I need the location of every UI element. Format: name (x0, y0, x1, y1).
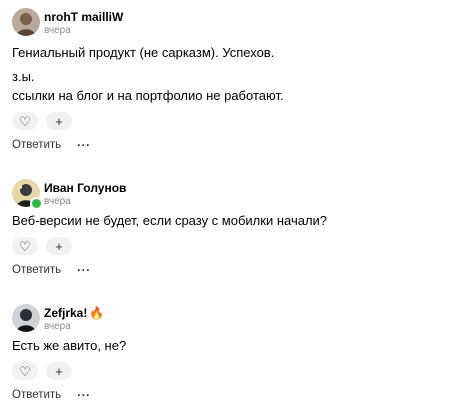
comment-date: вчера (44, 321, 71, 332)
comment-text: Веб-версии не будет, если сразу с мобилк… (12, 213, 328, 228)
avatar-portrait-icon (12, 8, 40, 36)
comment-date: вчера (44, 196, 71, 207)
reactions-bar: ♡ + (12, 112, 72, 130)
more-options-button[interactable]: ··· (77, 388, 91, 402)
more-options-button[interactable]: ··· (77, 138, 91, 152)
like-button[interactable]: ♡ (12, 237, 38, 255)
plus-icon: + (55, 238, 63, 254)
online-status-indicator (30, 197, 43, 210)
comment-actions: Ответить ··· (12, 263, 91, 277)
add-reaction-button[interactable]: + (46, 237, 72, 255)
reply-button[interactable]: Ответить (12, 264, 61, 276)
comment-text: ссылки на блог и на портфолио не работаю… (12, 88, 284, 103)
author-name-text: Zefjrka! (44, 306, 88, 320)
reactions-bar: ♡ + (12, 362, 72, 380)
comment-actions: Ответить ··· (12, 138, 91, 152)
comment-date: вчера (44, 25, 71, 36)
add-reaction-button[interactable]: + (46, 362, 72, 380)
like-button[interactable]: ♡ (12, 112, 38, 130)
heart-icon: ♡ (19, 363, 31, 379)
more-options-button[interactable]: ··· (77, 263, 91, 277)
comment-text: Гениальный продукт (не сарказм). Успехов… (12, 45, 275, 60)
avatar-portrait-icon (12, 304, 40, 332)
avatar[interactable] (12, 8, 40, 36)
like-button[interactable]: ♡ (12, 362, 38, 380)
author-name[interactable]: nrohT mailliW (44, 10, 123, 24)
plus-icon: + (55, 363, 63, 379)
comment-text: Есть же авито, не? (12, 338, 127, 353)
reactions-bar: ♡ + (12, 237, 72, 255)
add-reaction-button[interactable]: + (46, 112, 72, 130)
reply-button[interactable]: Ответить (12, 139, 61, 151)
heart-icon: ♡ (19, 113, 31, 129)
heart-icon: ♡ (19, 238, 31, 254)
reply-button[interactable]: Ответить (12, 389, 61, 401)
comment-actions: Ответить ··· (12, 388, 91, 402)
author-name[interactable]: Иван Голунов (44, 181, 126, 195)
fire-badge-icon: 🔥 (89, 306, 105, 320)
plus-icon: + (55, 113, 63, 129)
comment-text: з.ы. (12, 69, 35, 84)
author-name[interactable]: Zefjrka! 🔥 (44, 306, 104, 320)
avatar[interactable] (12, 304, 40, 332)
